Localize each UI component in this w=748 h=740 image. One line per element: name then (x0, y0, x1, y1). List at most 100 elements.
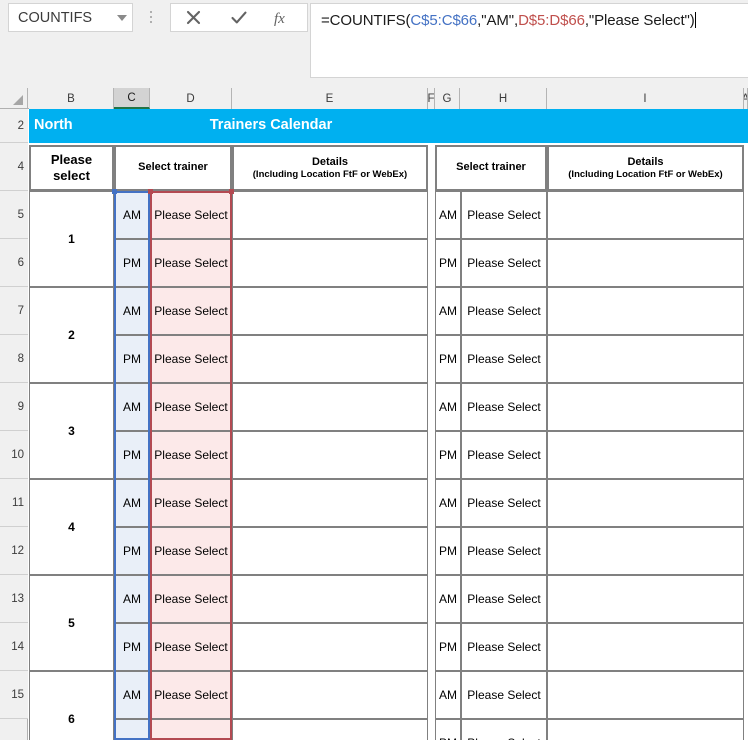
slot-label-left[interactable]: PM (114, 719, 150, 740)
slot-label-right[interactable]: AM (435, 575, 461, 623)
trainer-select-left[interactable]: Please Select (150, 287, 232, 335)
slot-label-right[interactable]: AM (435, 383, 461, 431)
row-header-2[interactable]: 2 (0, 109, 28, 143)
slot-label-right[interactable]: PM (435, 719, 461, 740)
row-header-5[interactable]: 5 (0, 191, 28, 239)
details-left[interactable] (232, 335, 428, 383)
trainer-select-left[interactable]: Please Select (150, 623, 232, 671)
trainer-select-left[interactable]: Please Select (150, 575, 232, 623)
row-header-7[interactable]: 7 (0, 287, 28, 335)
check-icon[interactable] (216, 4, 261, 31)
slot-label-left[interactable]: PM (114, 527, 150, 575)
trainer-select-right[interactable]: Please Select (461, 191, 547, 239)
details-left[interactable] (232, 623, 428, 671)
slot-label-right[interactable]: PM (435, 527, 461, 575)
slot-label-right[interactable]: AM (435, 287, 461, 335)
slot-label-left[interactable]: PM (114, 623, 150, 671)
trainer-select-right[interactable]: Please Select (461, 287, 547, 335)
trainer-select-right[interactable]: Please Select (461, 623, 547, 671)
row-header-9[interactable]: 9 (0, 383, 28, 431)
trainer-select-right[interactable]: Please Select (461, 527, 547, 575)
cell-C2-title[interactable]: Trainers Calendar (114, 109, 428, 143)
close-icon[interactable] (171, 4, 216, 31)
day-number-cell[interactable]: 5 (29, 575, 114, 671)
row-header-10[interactable]: 10 (0, 431, 28, 479)
trainer-select-left[interactable]: Please Select (150, 239, 232, 287)
details-left[interactable] (232, 383, 428, 431)
slot-label-left[interactable]: AM (114, 575, 150, 623)
day-number-cell[interactable]: 2 (29, 287, 114, 383)
column-header-f[interactable]: F (428, 88, 435, 109)
details-left[interactable] (232, 287, 428, 335)
trainer-select-left[interactable]: Please Select (150, 191, 232, 239)
range-handle-d-topright[interactable] (229, 189, 234, 194)
trainer-select-left[interactable]: Please Select (150, 671, 232, 719)
trainer-select-right[interactable]: Please Select (461, 239, 547, 287)
details-left[interactable] (232, 527, 428, 575)
trainer-select-left[interactable]: Please Select (150, 527, 232, 575)
details-right[interactable] (547, 575, 744, 623)
slot-label-right[interactable]: PM (435, 623, 461, 671)
slot-label-right[interactable]: AM (435, 671, 461, 719)
row-header-6[interactable]: 6 (0, 239, 28, 287)
details-right[interactable] (547, 191, 744, 239)
slot-label-left[interactable]: AM (114, 287, 150, 335)
chevron-down-icon[interactable] (112, 4, 132, 31)
cell-F2-spacer[interactable] (428, 109, 748, 143)
slot-label-right[interactable]: AM (435, 479, 461, 527)
trainer-select-left[interactable]: Please Select (150, 719, 232, 740)
row-header-15[interactable]: 15 (0, 671, 28, 719)
trainer-select-left[interactable]: Please Select (150, 383, 232, 431)
slot-label-left[interactable]: PM (114, 431, 150, 479)
details-right[interactable] (547, 383, 744, 431)
spreadsheet-grid[interactable]: ABCDEFGHIA 2456789101112131415 North Tra… (0, 88, 748, 740)
row-header-11[interactable]: 11 (0, 479, 28, 527)
formula-input[interactable]: =COUNTIFS(C$5:C$66,"AM",D$5:D$66,"Please… (310, 3, 748, 78)
details-right[interactable] (547, 431, 744, 479)
details-left[interactable] (232, 719, 428, 740)
trainer-select-left[interactable]: Please Select (150, 335, 232, 383)
range-handle-c-topleft[interactable] (112, 189, 117, 194)
trainer-select-right[interactable]: Please Select (461, 479, 547, 527)
slot-label-right[interactable]: PM (435, 431, 461, 479)
select-all-corner[interactable] (0, 88, 28, 109)
row-header-14[interactable]: 14 (0, 623, 28, 671)
details-right[interactable] (547, 239, 744, 287)
day-number-cell[interactable]: 4 (29, 479, 114, 575)
name-box[interactable]: COUNTIFS (8, 3, 133, 32)
column-header-i[interactable]: I (547, 88, 744, 109)
trainer-select-right[interactable]: Please Select (461, 575, 547, 623)
details-right[interactable] (547, 719, 744, 740)
row-header-4[interactable]: 4 (0, 143, 28, 191)
details-left[interactable] (232, 191, 428, 239)
day-number-cell[interactable]: 3 (29, 383, 114, 479)
details-left[interactable] (232, 479, 428, 527)
details-left[interactable] (232, 239, 428, 287)
slot-label-left[interactable]: AM (114, 383, 150, 431)
trainer-select-right[interactable]: Please Select (461, 431, 547, 479)
slot-label-right[interactable]: AM (435, 191, 461, 239)
slot-label-left[interactable]: AM (114, 479, 150, 527)
details-right[interactable] (547, 479, 744, 527)
slot-label-left[interactable]: PM (114, 335, 150, 383)
trainer-select-left[interactable]: Please Select (150, 479, 232, 527)
details-left[interactable] (232, 671, 428, 719)
slot-label-left[interactable]: AM (114, 191, 150, 239)
details-left[interactable] (232, 575, 428, 623)
details-right[interactable] (547, 527, 744, 575)
column-header-e[interactable]: E (232, 88, 428, 109)
day-number-cell[interactable]: 6 (29, 671, 114, 740)
column-header-d[interactable]: D (150, 88, 232, 109)
slot-label-right[interactable]: PM (435, 239, 461, 287)
trainer-select-right[interactable]: Please Select (461, 383, 547, 431)
trainer-select-right[interactable]: Please Select (461, 335, 547, 383)
row-header-8[interactable]: 8 (0, 335, 28, 383)
column-header-c[interactable]: C (114, 88, 150, 109)
details-right[interactable] (547, 671, 744, 719)
column-header-h[interactable]: H (460, 88, 547, 109)
day-number-cell[interactable]: 1 (29, 191, 114, 287)
slot-label-left[interactable]: AM (114, 671, 150, 719)
slot-label-left[interactable]: PM (114, 239, 150, 287)
row-header-12[interactable]: 12 (0, 527, 28, 575)
trainer-select-right[interactable]: Please Select (461, 671, 547, 719)
